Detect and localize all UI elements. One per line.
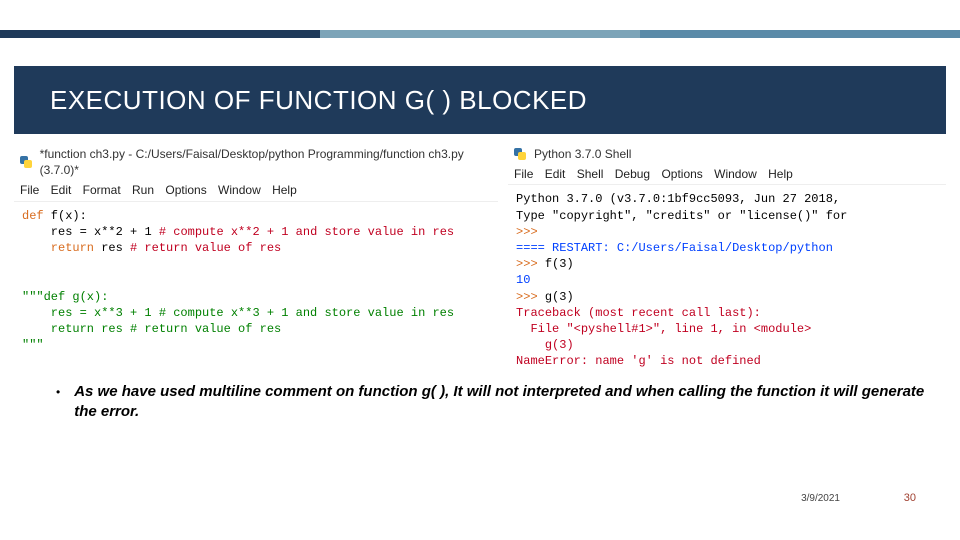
accent-bars bbox=[0, 30, 960, 38]
slide-title: EXECUTION OF FUNCTION G( ) BLOCKED bbox=[50, 85, 587, 116]
bullet-dot: • bbox=[56, 382, 60, 423]
shell-prompt: >>> bbox=[516, 257, 545, 271]
docstring-close: """ bbox=[22, 338, 44, 352]
code-text: res bbox=[94, 241, 130, 255]
code-text: f(x): bbox=[44, 209, 87, 223]
traceback-line: g(3) bbox=[516, 338, 574, 352]
shell-titlebar: Python 3.7.0 Shell bbox=[508, 144, 946, 164]
editor-titlebar: *function ch3.py - C:/Users/Faisal/Deskt… bbox=[14, 144, 498, 180]
python-icon bbox=[512, 146, 528, 162]
editor-menubar: File Edit Format Run Options Window Help bbox=[14, 180, 498, 201]
kw-def: def bbox=[22, 209, 44, 223]
shell-restart: ==== RESTART: C:/Users/Faisal/Desktop/py… bbox=[516, 241, 840, 255]
title-block: EXECUTION OF FUNCTION G( ) BLOCKED bbox=[14, 66, 946, 134]
accent-bar-3 bbox=[640, 30, 960, 38]
docstring-line: res = x**3 + 1 # compute x**3 + 1 and st… bbox=[22, 306, 454, 320]
editor-code: def f(x): res = x**2 + 1 # compute x**2 … bbox=[14, 202, 498, 360]
shell-line: Type "copyright", "credits" or "license(… bbox=[516, 209, 847, 223]
editor-window: *function ch3.py - C:/Users/Faisal/Deskt… bbox=[14, 144, 498, 375]
content-row: *function ch3.py - C:/Users/Faisal/Deskt… bbox=[14, 144, 946, 375]
kw-return: return bbox=[22, 241, 94, 255]
shell-prompt: >>> bbox=[516, 225, 538, 239]
bullet-text: As we have used multiline comment on fun… bbox=[74, 382, 926, 423]
shell-line: Python 3.7.0 (v3.7.0:1bf9cc5093, Jun 27 … bbox=[516, 192, 840, 206]
traceback-line: Traceback (most recent call last): bbox=[516, 306, 761, 320]
traceback-line: File "<pyshell#1>", line 1, in <module> bbox=[516, 322, 811, 336]
python-icon bbox=[18, 154, 34, 170]
shell-window-title: Python 3.7.0 Shell bbox=[534, 146, 631, 162]
accent-bar-2 bbox=[320, 30, 640, 38]
shell-result: 10 bbox=[516, 273, 530, 287]
editor-window-title: *function ch3.py - C:/Users/Faisal/Deskt… bbox=[40, 146, 494, 178]
code-text: res = x** bbox=[22, 225, 116, 239]
code-comment: # compute x**2 + 1 and store value in re… bbox=[152, 225, 454, 239]
shell-call: g(3) bbox=[545, 290, 574, 304]
shell-prompt: >>> bbox=[516, 290, 545, 304]
accent-bar-1 bbox=[0, 30, 320, 38]
footer-page-number: 30 bbox=[904, 492, 916, 504]
code-text: 1 bbox=[144, 225, 151, 239]
docstring-open: """def g(x): bbox=[22, 290, 108, 304]
bullet-block: • As we have used multiline comment on f… bbox=[56, 382, 926, 423]
code-text: 2 bbox=[116, 225, 123, 239]
code-comment: # return value of res bbox=[130, 241, 281, 255]
shell-call: f(3) bbox=[545, 257, 574, 271]
traceback-line: NameError: name 'g' is not defined bbox=[516, 354, 761, 368]
shell-menubar: File Edit Shell Debug Options Window Hel… bbox=[508, 164, 946, 185]
code-text: + bbox=[123, 225, 145, 239]
shell-output: Python 3.7.0 (v3.7.0:1bf9cc5093, Jun 27 … bbox=[508, 185, 946, 375]
bullet-row: • As we have used multiline comment on f… bbox=[56, 382, 926, 423]
docstring-line: return res # return value of res bbox=[22, 322, 281, 336]
footer-date: 3/9/2021 bbox=[801, 493, 840, 504]
shell-window: Python 3.7.0 Shell File Edit Shell Debug… bbox=[508, 144, 946, 375]
